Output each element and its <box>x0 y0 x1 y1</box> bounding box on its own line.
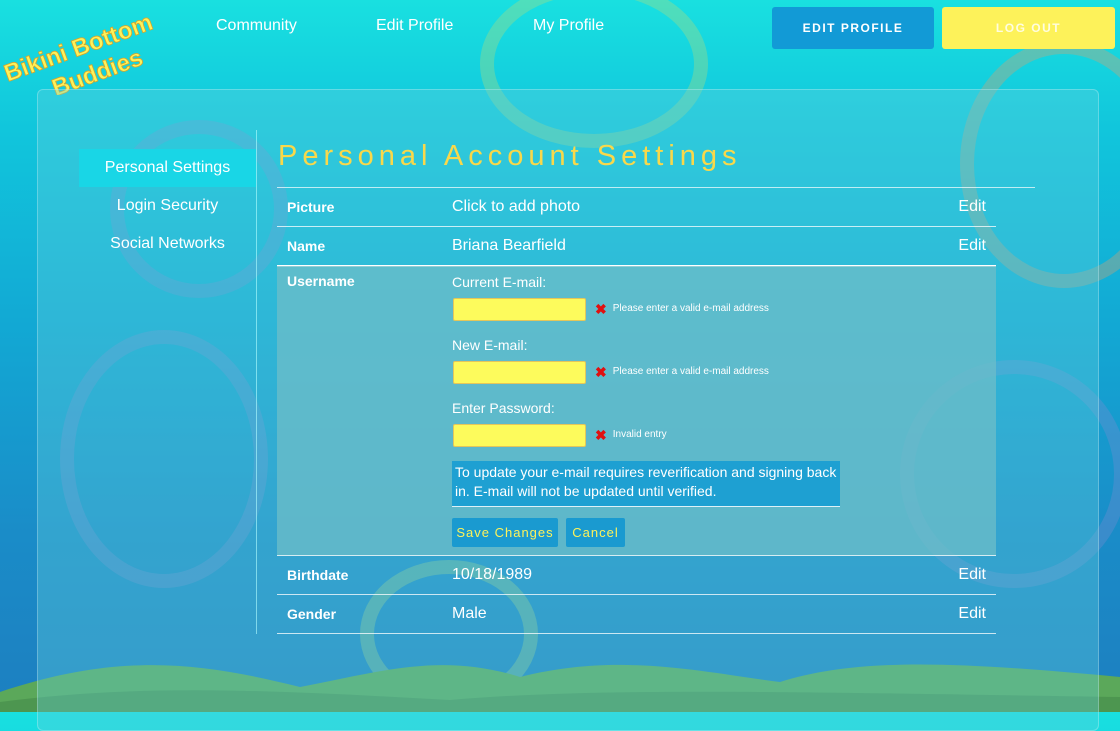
sidebar-item-login-security[interactable]: Login Security <box>79 187 256 225</box>
settings-row-birthdate: Birthdate 10/18/1989 Edit <box>277 556 996 595</box>
log-out-button[interactable]: LOG OUT <box>942 7 1115 49</box>
sidebar-item-social-networks[interactable]: Social Networks <box>79 225 256 263</box>
settings-row-picture: Picture Click to add photo Edit <box>277 188 996 227</box>
logo[interactable]: Bikini Bottom Buddies <box>0 0 170 95</box>
password-error-text: Invalid entry <box>612 429 667 440</box>
add-photo-link[interactable]: Click to add photo <box>452 198 580 216</box>
page-title: Personal Account Settings <box>278 140 742 172</box>
gender-value: Male <box>452 605 487 622</box>
current-email-input[interactable] <box>453 298 586 321</box>
password-error: ✖ Invalid entry <box>595 426 667 443</box>
gender-label: Gender <box>287 606 337 622</box>
nav-my-profile[interactable]: My Profile <box>533 17 604 35</box>
settings-row-name: Name Briana Bearfield Edit <box>277 227 996 267</box>
password-label: Enter Password: <box>452 400 555 416</box>
error-x-icon: ✖ <box>595 300 607 317</box>
birthdate-value: 10/18/1989 <box>452 566 533 583</box>
cancel-button[interactable]: Cancel <box>566 518 625 547</box>
current-email-error-text: Please enter a valid e-mail address <box>612 303 769 314</box>
name-label: Name <box>287 238 326 254</box>
settings-sidebar: Personal Settings Login Security Social … <box>79 149 256 263</box>
settings-row-username: Username Current E-mail: ✖ Please enter … <box>277 266 996 556</box>
new-email-input[interactable] <box>453 361 586 384</box>
current-email-label: Current E-mail: <box>452 274 547 290</box>
edit-birthdate-link[interactable]: Edit <box>958 566 986 584</box>
username-label: Username <box>287 273 355 289</box>
edit-profile-button[interactable]: EDIT PROFILE <box>772 7 934 49</box>
new-email-error: ✖ Please enter a valid e-mail address <box>595 363 769 380</box>
current-email-error: ✖ Please enter a valid e-mail address <box>595 300 769 317</box>
name-value: Briana Bearfield <box>452 237 566 254</box>
settings-row-gender: Gender Male Edit <box>277 595 996 634</box>
edit-name-link[interactable]: Edit <box>958 237 986 255</box>
new-email-error-text: Please enter a valid e-mail address <box>612 366 769 377</box>
error-x-icon: ✖ <box>595 426 607 443</box>
picture-label: Picture <box>287 199 335 215</box>
edit-gender-link[interactable]: Edit <box>958 605 986 623</box>
save-changes-button[interactable]: Save Changes <box>452 518 558 547</box>
nav-community[interactable]: Community <box>216 17 297 35</box>
error-x-icon: ✖ <box>595 363 607 380</box>
new-email-label: New E-mail: <box>452 337 528 353</box>
edit-picture-link[interactable]: Edit <box>958 198 986 216</box>
reverification-notice: To update your e-mail requires reverific… <box>452 461 840 507</box>
sidebar-divider <box>256 130 257 634</box>
password-input[interactable] <box>453 424 586 447</box>
sidebar-item-personal-settings[interactable]: Personal Settings <box>79 149 256 187</box>
nav-edit-profile[interactable]: Edit Profile <box>376 17 453 35</box>
birthdate-label: Birthdate <box>287 567 349 583</box>
